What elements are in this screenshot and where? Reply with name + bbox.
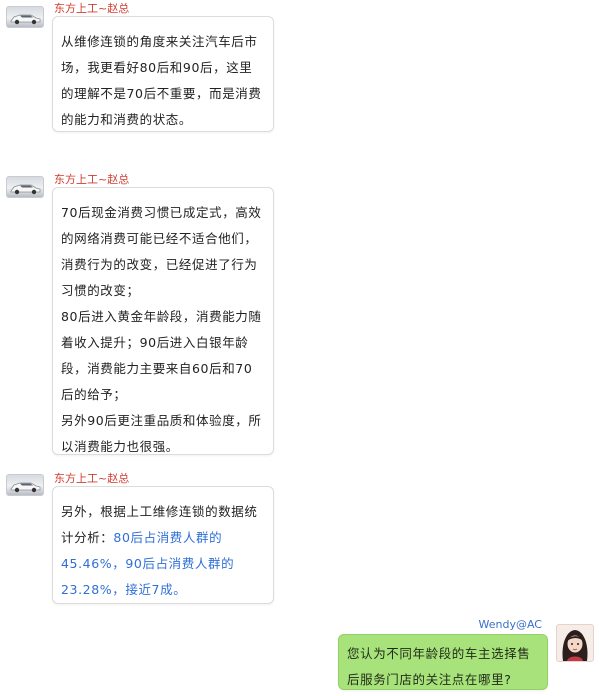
message-bubble[interactable]: 70后现金消费习惯已成定式，高效的网络消费可能已经不适合他们，消费行为的改变，已… xyxy=(52,187,274,455)
chat-message: 东方上工~赵总 从维修连锁的角度来关注汽车后市场，我更看好80后和90后，这里的… xyxy=(0,0,600,140)
message-text: 从维修连锁的角度来关注汽车后市场，我更看好80后和90后，这里的理解不是70后不… xyxy=(61,34,262,127)
sender-name: Wendy@AC xyxy=(478,618,542,631)
car-avatar-icon[interactable] xyxy=(6,176,44,198)
message-bubble[interactable]: 从维修连锁的角度来关注汽车后市场，我更看好80后和90后，这里的理解不是70后不… xyxy=(52,16,274,132)
sender-name: 东方上工~赵总 xyxy=(54,2,130,15)
chat-message: 东方上工~赵总 70后现金消费习惯已成定式，高效的网络消费可能已经不适合他们，消… xyxy=(0,170,600,460)
message-text: 您认为不同年龄段的车主选择售后服务门店的关注点在哪里? xyxy=(347,646,531,687)
message-paragraph: 80后进入黄金年龄段，消费能力随着收入提升；90后进入白银年龄段，消费能力主要来… xyxy=(61,309,262,402)
chat-message: 东方上工~赵总 另外，根据上工维修连锁的数据统计分析：80后占消费人群的45.4… xyxy=(0,468,600,608)
message-paragraph: 另外90后更注重品质和体验度，所以消费能力也很强。 xyxy=(61,413,262,454)
girl-avatar-icon[interactable] xyxy=(556,624,594,662)
message-text: 另外，根据上工维修连锁的数据统计分析：80后占消费人群的45.46%，90后占消… xyxy=(61,499,265,603)
car-avatar-icon[interactable] xyxy=(6,474,44,496)
sender-name: 东方上工~赵总 xyxy=(54,173,130,186)
car-avatar-icon[interactable] xyxy=(6,6,44,28)
chat-message-outgoing: Wendy@AC 您认为不同年龄段的车主选择售后服务门店的关注点在哪里? xyxy=(0,618,600,696)
message-bubble[interactable]: 另外，根据上工维修连锁的数据统计分析：80后占消费人群的45.46%，90后占消… xyxy=(52,486,274,604)
message-bubble[interactable]: 您认为不同年龄段的车主选择售后服务门店的关注点在哪里? xyxy=(338,634,548,690)
message-paragraph: 70后现金消费习惯已成定式，高效的网络消费可能已经不适合他们，消费行为的改变，已… xyxy=(61,205,262,298)
sender-name: 东方上工~赵总 xyxy=(54,472,130,485)
